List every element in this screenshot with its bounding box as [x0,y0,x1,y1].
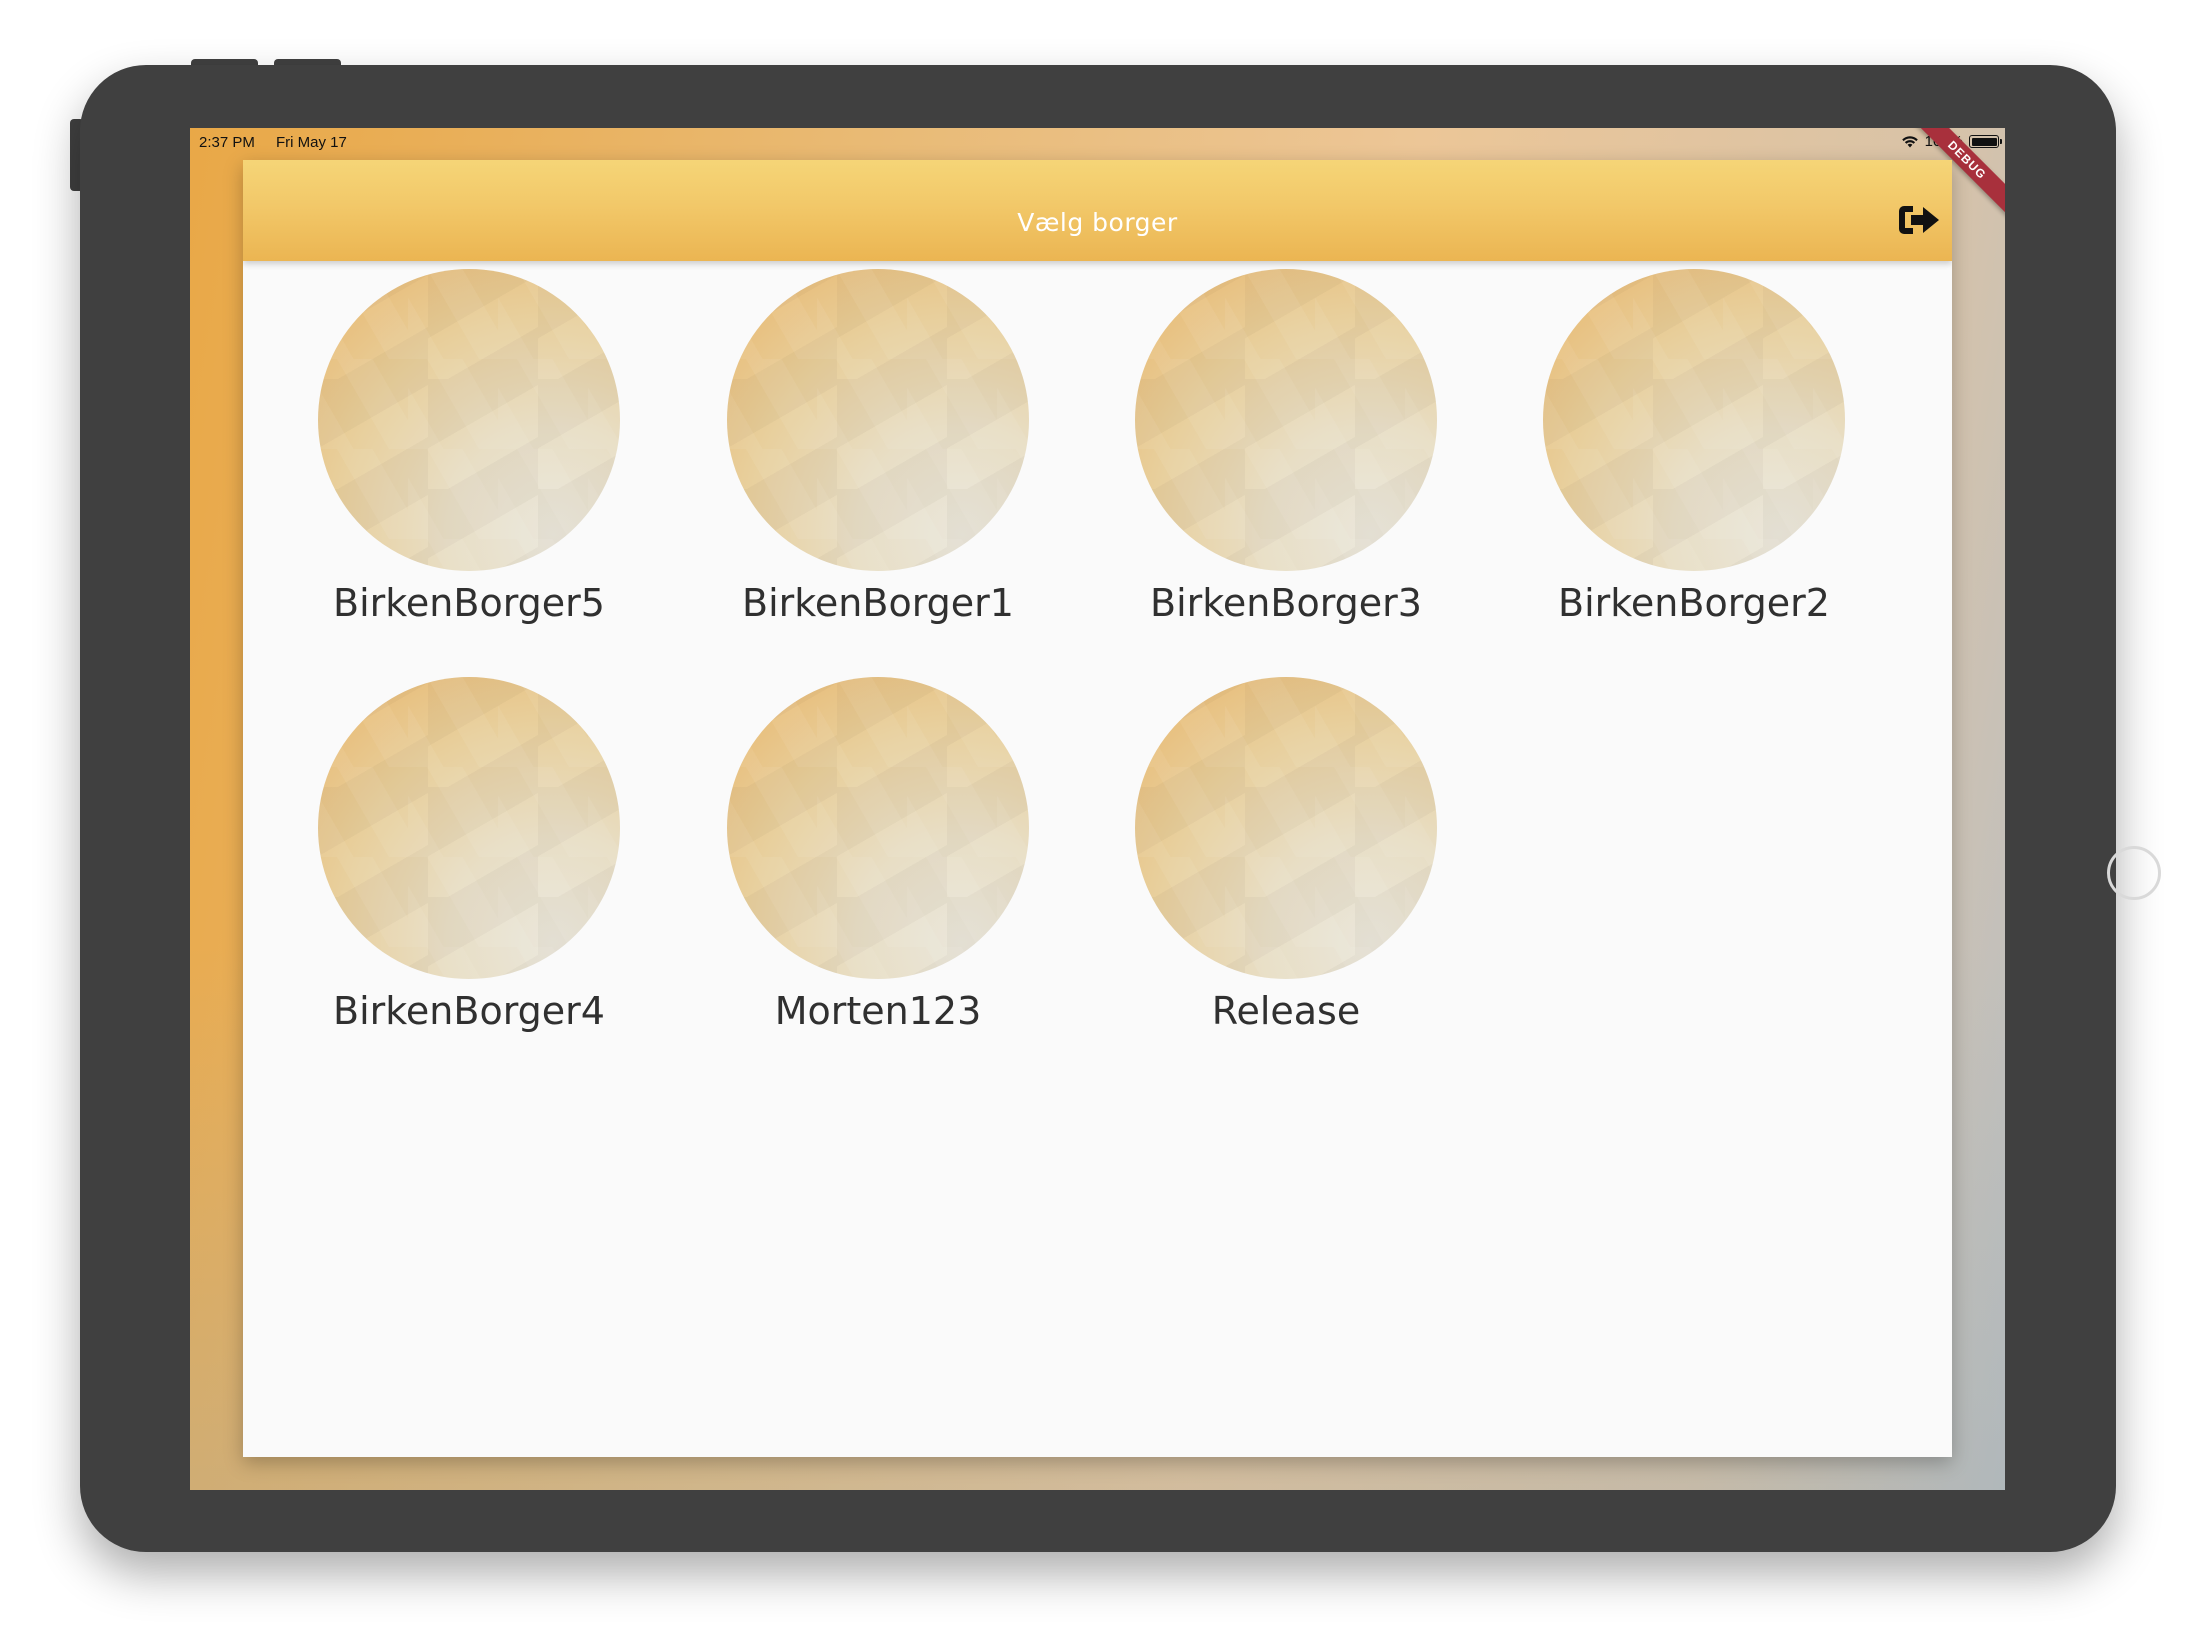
citizen-tile[interactable]: Morten123 [698,677,1058,1033]
home-button[interactable] [2107,846,2161,900]
citizen-tile[interactable]: BirkenBorger2 [1514,269,1874,625]
citizen-avatar [1135,269,1437,571]
logout-button[interactable] [1896,202,1942,242]
citizen-tile[interactable]: BirkenBorger3 [1106,269,1466,625]
citizen-avatar [727,677,1029,979]
citizen-avatar [318,269,620,571]
citizen-name: BirkenBorger2 [1558,581,1830,625]
citizen-name: BirkenBorger5 [333,581,605,625]
app-bar: Vælg borger [243,160,1952,261]
citizen-name: Release [1211,989,1361,1033]
citizen-name: BirkenBorger4 [333,989,605,1033]
wifi-icon [1901,135,1919,148]
citizen-name: Morten123 [774,989,982,1033]
status-time: 2:37 PM [199,134,255,151]
citizen-tile[interactable]: BirkenBorger5 [289,269,649,625]
citizen-avatar [1135,677,1437,979]
citizen-tile[interactable]: BirkenBorger4 [289,677,649,1033]
logout-icon [1897,202,1941,242]
citizen-name: BirkenBorger1 [742,581,1014,625]
status-date: Fri May 17 [276,134,347,151]
citizen-avatar [1543,269,1845,571]
app-window: Vælg borger BirkenBorger5 BirkenBorger1 [243,160,1952,1457]
tablet-screen: 2:37 PM Fri May 17 100% DEBUG Vælg borge… [190,128,2005,1490]
page-title: Vælg borger [1017,208,1178,237]
citizen-name: BirkenBorger3 [1150,581,1422,625]
battery-icon [1969,135,2002,148]
citizen-avatar [318,677,620,979]
citizen-avatar [727,269,1029,571]
status-bar: 2:37 PM Fri May 17 100% [190,128,2005,158]
citizen-tile[interactable]: BirkenBorger1 [698,269,1058,625]
citizen-tile[interactable]: Release [1106,677,1466,1033]
